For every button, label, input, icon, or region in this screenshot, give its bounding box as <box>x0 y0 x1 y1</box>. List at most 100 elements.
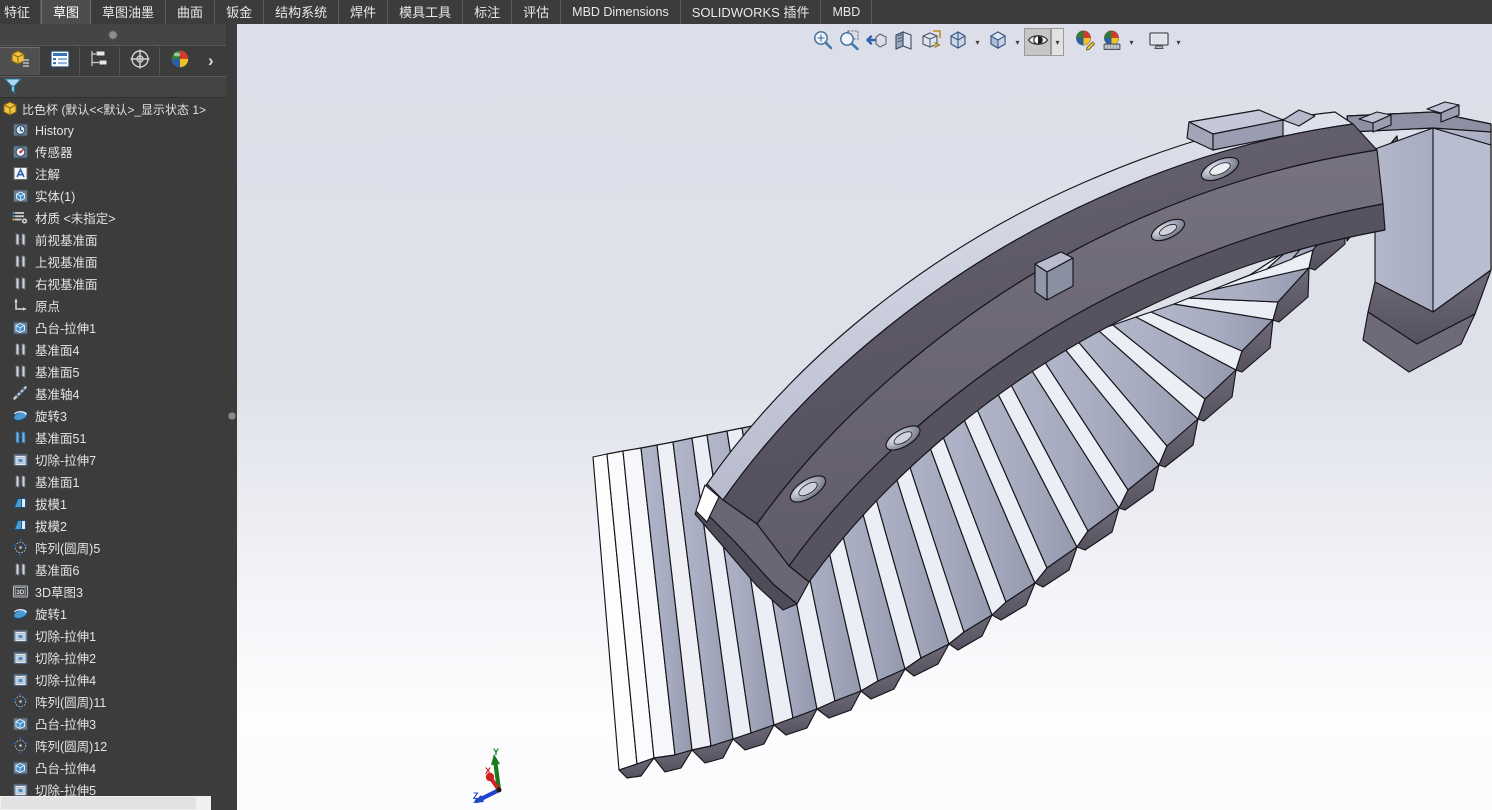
tree-item[interactable]: 注解 <box>0 164 226 186</box>
plane-blue-icon <box>12 429 29 449</box>
tree-horizontal-scrollbar[interactable] <box>0 796 211 810</box>
coordinate-triad: Z Y X <box>469 746 519 810</box>
circular-pattern-icon <box>12 539 29 559</box>
ribbon-tab-1[interactable]: 草图 <box>41 0 92 24</box>
splitter-collapse-handle[interactable] <box>227 412 236 420</box>
tree-item[interactable]: 基准面51 <box>0 428 226 450</box>
boss-extrude-icon <box>12 715 29 735</box>
tree-item-label: 阵列(圆周)5 <box>35 541 101 556</box>
ribbon-tab-10[interactable]: MBD Dimensions <box>561 0 681 24</box>
tree-item[interactable]: 旋转1 <box>0 604 226 626</box>
ribbon-tab-5[interactable]: 结构系统 <box>264 0 340 24</box>
tree-item[interactable]: 基准面5 <box>0 362 226 384</box>
view-settings-dropdown[interactable]: ▾ <box>1172 28 1185 56</box>
tree-item[interactable]: 前视基准面 <box>0 230 226 252</box>
display-style-button[interactable] <box>944 28 971 56</box>
previous-view-button[interactable] <box>863 28 890 56</box>
tree-item-label: 凸台-拉伸4 <box>35 761 97 776</box>
tree-item[interactable]: 切除-拉伸1 <box>0 626 226 648</box>
tree-item-label: 基准轴4 <box>35 387 80 402</box>
tree-item[interactable]: 上视基准面 <box>0 252 226 274</box>
tree-item[interactable]: 旋转3 <box>0 406 226 428</box>
appearance-pencil-icon <box>1074 29 1096 56</box>
tree-item[interactable]: 拔模2 <box>0 516 226 538</box>
tree-item[interactable]: 凸台-拉伸1 <box>0 318 226 340</box>
ribbon-tab-4[interactable]: 钣金 <box>215 0 265 24</box>
tree-item[interactable]: 原点 <box>0 296 226 318</box>
tree-item[interactable]: 传感器 <box>0 142 226 164</box>
tree-hscroll-thumb[interactable] <box>1 797 196 809</box>
apply-scene-ball-button[interactable] <box>1098 28 1125 56</box>
section-view-button[interactable] <box>890 28 917 56</box>
ribbon-tab-11[interactable]: SOLIDWORKS 插件 <box>680 0 822 24</box>
tree-item[interactable]: 右视基准面 <box>0 274 226 296</box>
model-3d-render <box>592 101 1492 779</box>
hide-show-items-dropdown[interactable]: ▾ <box>1051 28 1064 56</box>
ribbon-tab-7[interactable]: 模具工具 <box>388 0 464 24</box>
feature-manager-design-tree[interactable]: 比色杯 (默认<<默认>_显示状态 1> History 传感器注解实体(1) 材质… <box>0 98 226 810</box>
tree-item[interactable]: 凸台-拉伸4 <box>0 758 226 780</box>
tree-item[interactable]: 切除-拉伸2 <box>0 648 226 670</box>
cut-extrude-icon <box>12 649 29 669</box>
feature-manager-design-tree-tab[interactable] <box>0 47 40 75</box>
tree-item[interactable]: 阵列(圆周)12 <box>0 736 226 758</box>
tree-item-label: 上视基准面 <box>35 255 98 270</box>
feature-tree-filter-row[interactable] <box>0 76 226 98</box>
ribbon-tab-3[interactable]: 曲面 <box>166 0 216 24</box>
graphics-viewport[interactable]: ▾ ▾ ▾ ▾ ▾ Z Y X <box>237 24 1492 810</box>
apply-scene-dropdown[interactable]: ▾ <box>1011 28 1024 56</box>
cut-extrude-icon <box>12 627 29 647</box>
ribbon-tab-2[interactable]: 草图油墨 <box>91 0 167 24</box>
tree-item[interactable]: 凸台-拉伸3 <box>0 714 226 736</box>
display-sphere-icon <box>169 48 191 75</box>
ribbon-tab-9[interactable]: 评估 <box>512 0 562 24</box>
tree-item[interactable]: 切除-拉伸4 <box>0 670 226 692</box>
tree-item-label: 注解 <box>35 167 61 182</box>
panel-drag-handle[interactable] <box>0 24 226 46</box>
tree-item[interactable]: 基准面4 <box>0 340 226 362</box>
dimxpert-manager-tab[interactable] <box>120 47 160 75</box>
tree-item[interactable]: 基准轴4 <box>0 384 226 406</box>
tree-item-label: 传感器 <box>35 145 73 160</box>
panel-drag-knob[interactable] <box>108 30 118 39</box>
expand-panel-chevron-icon[interactable]: › <box>208 51 214 71</box>
view-settings-button[interactable] <box>1145 28 1172 56</box>
panel-splitter[interactable] <box>226 24 237 810</box>
tree-item[interactable]: History <box>0 120 226 142</box>
tree-item[interactable]: 基准面6 <box>0 560 226 582</box>
tree-item-label: History <box>35 123 74 138</box>
tree-item-label: 凸台-拉伸3 <box>35 717 97 732</box>
tree-item-label: 阵列(圆周)11 <box>35 695 107 710</box>
ribbon-tab-8[interactable]: 标注 <box>463 0 513 24</box>
ribbon-tab-6[interactable]: 焊件 <box>339 0 389 24</box>
tree-item[interactable]: 实体(1) <box>0 186 226 208</box>
tree-item[interactable]: 切除-拉伸7 <box>0 450 226 472</box>
display-manager-tab[interactable] <box>160 47 200 75</box>
edit-appearance-button[interactable] <box>1071 28 1098 56</box>
ribbon-tab-12[interactable]: MBD <box>821 0 873 24</box>
zoom-to-area-button[interactable] <box>836 28 863 56</box>
tree-item[interactable]: 拔模1 <box>0 494 226 516</box>
tree-item[interactable]: 阵列(圆周)5 <box>0 538 226 560</box>
tree-item[interactable]: 阵列(圆周)11 <box>0 692 226 714</box>
tree-item-label: 拔模1 <box>35 497 67 512</box>
property-manager-tab[interactable] <box>40 47 80 75</box>
hide-show-items-button[interactable] <box>1024 28 1051 56</box>
property-list-icon <box>49 48 71 75</box>
tree-item-label: 旋转1 <box>35 607 67 622</box>
tree-item[interactable]: 基准面1 <box>0 472 226 494</box>
tree-root-node[interactable]: 比色杯 (默认<<默认>_显示状态 1> <box>0 98 226 120</box>
zoom-to-fit-button[interactable] <box>809 28 836 56</box>
tree-item[interactable]: 材质 <未指定> <box>0 208 226 230</box>
sensor-icon <box>12 143 29 163</box>
zoom-to-fit-icon <box>812 29 834 56</box>
apply-scene-ball-dropdown[interactable]: ▾ <box>1125 28 1138 56</box>
ribbon-tab-0[interactable]: 特征 <box>0 0 42 24</box>
configuration-manager-tab[interactable] <box>80 47 120 75</box>
tree-item-label: 基准面6 <box>35 563 80 578</box>
tree-item[interactable]: 3D 3D草图3 <box>0 582 226 604</box>
view-orientation-button[interactable] <box>917 28 944 56</box>
display-style-dropdown[interactable]: ▾ <box>971 28 984 56</box>
apply-scene-button[interactable] <box>984 28 1011 56</box>
tree-item-label: 旋转3 <box>35 409 67 424</box>
